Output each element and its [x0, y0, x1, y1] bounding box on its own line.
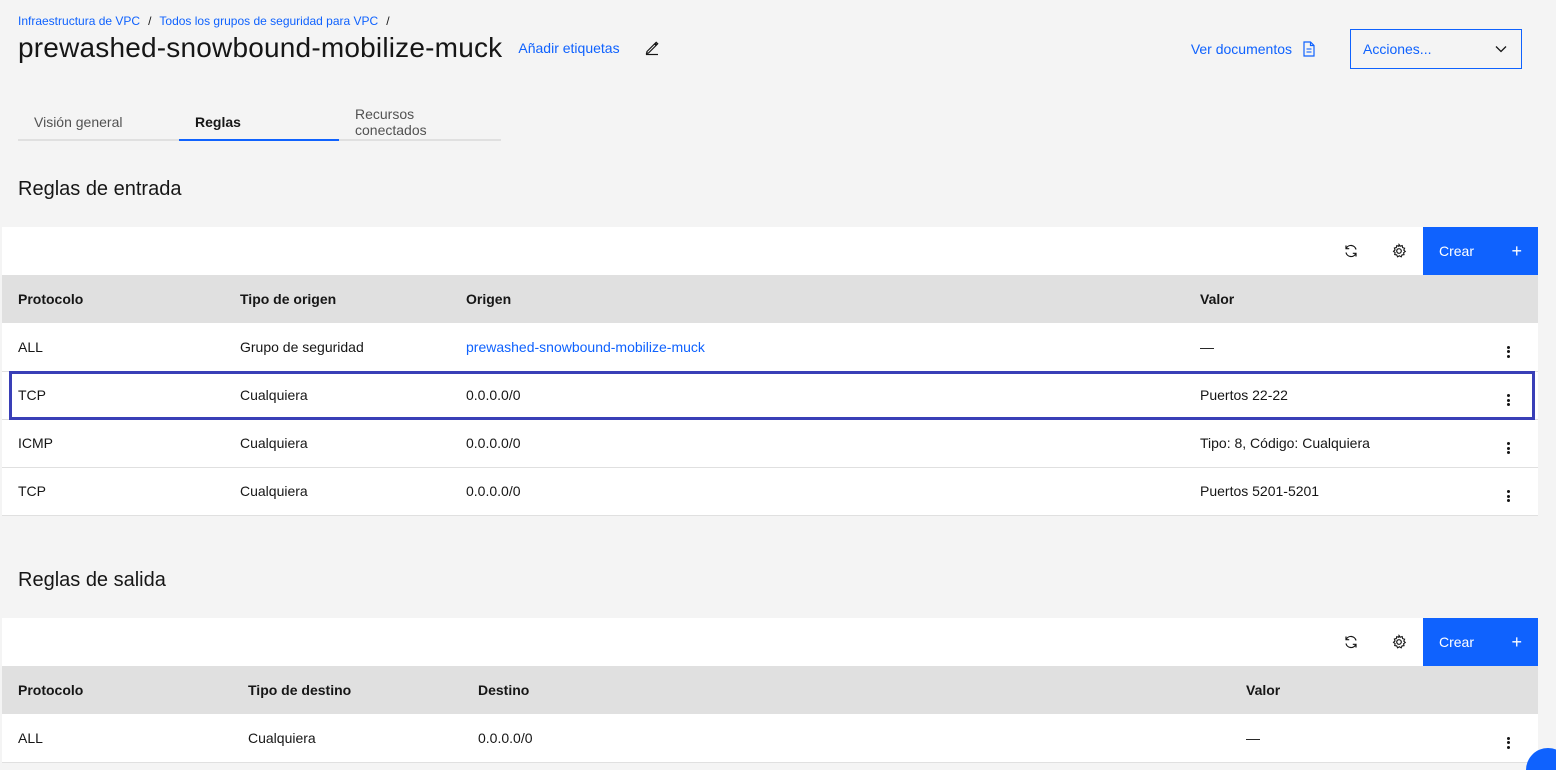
chevron-down-icon	[1495, 46, 1507, 53]
column-header-protocol[interactable]: Protocolo	[2, 275, 224, 323]
row-overflow-menu[interactable]	[1478, 323, 1538, 372]
tab-list: Visión general Reglas Recursos conectado…	[18, 104, 501, 141]
overflow-menu-icon	[1506, 394, 1510, 406]
breadcrumb: Infraestructura de VPC / Todos los grupo…	[18, 14, 398, 28]
header-actions: Ver documentos Acciones...	[1191, 29, 1522, 69]
overflow-menu-icon	[1506, 736, 1510, 749]
breadcrumb-item-vpc-infrastructure[interactable]: Infraestructura de VPC	[18, 14, 140, 28]
refresh-button[interactable]	[1327, 227, 1375, 275]
refresh-button[interactable]	[1327, 618, 1375, 666]
cell-source-type: Cualquiera	[224, 467, 450, 516]
gear-icon	[1392, 243, 1407, 258]
add-tags-link[interactable]: Añadir etiquetas	[518, 40, 619, 56]
view-docs-label: Ver documentos	[1190, 41, 1292, 57]
cell-source: 0.0.0.0/0	[450, 467, 1184, 516]
title-row: prewashed-snowbound-mobilize-muck Añadir…	[18, 32, 660, 64]
overflow-menu-icon	[1506, 490, 1510, 502]
refresh-icon	[1345, 244, 1357, 258]
overflow-menu-icon	[1506, 345, 1510, 358]
outbound-rules-grid: Protocolo Tipo de destino Destino Valor …	[2, 666, 1538, 763]
row-overflow-menu[interactable]	[1478, 467, 1538, 516]
inbound-toolbar: Crear +	[2, 227, 1538, 275]
cell-destination: 0.0.0.0/0	[462, 714, 1230, 763]
gear-icon	[1392, 634, 1407, 649]
table-row: TCP Cualquiera 0.0.0.0/0 Puertos 22-22	[2, 371, 1538, 420]
table-row: ALL Cualquiera 0.0.0.0/0 —	[2, 714, 1538, 763]
table-row: ICMP Cualquiera 0.0.0.0/0 Tipo: 8, Códig…	[2, 419, 1538, 468]
inbound-rules-grid: Protocolo Tipo de origen Origen Valor AL…	[2, 275, 1538, 516]
cell-destination-type: Cualquiera	[232, 714, 462, 763]
cell-source-type: Cualquiera	[224, 371, 450, 420]
row-overflow-menu[interactable]	[1478, 371, 1538, 420]
create-inbound-rule-button[interactable]: Crear +	[1423, 227, 1538, 275]
page-title: prewashed-snowbound-mobilize-muck	[18, 32, 503, 63]
create-button-label: Crear	[1439, 243, 1475, 259]
cell-protocol: ALL	[2, 714, 232, 763]
cell-protocol: ALL	[2, 323, 224, 372]
settings-button[interactable]	[1375, 227, 1423, 275]
outbound-toolbar: Crear +	[2, 618, 1538, 666]
plus-icon: +	[1511, 632, 1522, 652]
create-button-label: Crear	[1439, 634, 1475, 650]
tab-overview[interactable]: Visión general	[18, 104, 179, 141]
inbound-rules-table: Crear + Protocolo Tipo de origen Origen …	[2, 227, 1538, 516]
breadcrumb-item-security-groups[interactable]: Todos los grupos de seguridad para VPC	[159, 14, 378, 28]
cell-value: —	[1184, 323, 1478, 372]
cell-source-type: Cualquiera	[224, 419, 450, 468]
row-overflow-menu[interactable]	[1478, 419, 1538, 468]
table-header-row: Protocolo Tipo de destino Destino Valor	[2, 666, 1538, 714]
column-header-actions	[1478, 666, 1538, 714]
column-header-destination-type[interactable]: Tipo de destino	[232, 666, 462, 714]
settings-button[interactable]	[1375, 618, 1423, 666]
cell-source-type: Grupo de seguridad	[224, 323, 450, 372]
column-header-actions	[1478, 275, 1538, 323]
table-header-row: Protocolo Tipo de origen Origen Valor	[2, 275, 1538, 323]
cell-protocol: TCP	[2, 467, 224, 516]
inbound-rules-title: Reglas de entrada	[18, 178, 182, 200]
column-header-source-type[interactable]: Tipo de origen	[224, 275, 450, 323]
cell-protocol: ICMP	[2, 419, 224, 468]
cell-source: 0.0.0.0/0	[450, 419, 1184, 468]
refresh-icon	[1345, 635, 1357, 649]
cell-source: 0.0.0.0/0	[450, 371, 1184, 420]
table-row: ALL Grupo de seguridad prewashed-snowbou…	[2, 323, 1538, 372]
breadcrumb-separator: /	[148, 14, 152, 28]
create-outbound-rule-button[interactable]: Crear +	[1423, 618, 1538, 666]
cell-value: Puertos 22-22	[1184, 371, 1478, 420]
outbound-rules-title: Reglas de salida	[18, 569, 166, 591]
column-header-value[interactable]: Valor	[1184, 275, 1478, 323]
column-header-value[interactable]: Valor	[1230, 666, 1478, 714]
plus-icon: +	[1511, 241, 1522, 261]
cell-value: Tipo: 8, Código: Cualquiera	[1184, 419, 1478, 468]
document-icon	[1303, 41, 1315, 57]
view-docs-link[interactable]: Ver documentos	[1191, 41, 1316, 57]
cell-value: Puertos 5201-5201	[1184, 467, 1478, 516]
pencil-icon[interactable]	[644, 40, 660, 56]
tab-connected-resources[interactable]: Recursos conectados	[339, 104, 501, 141]
table-row: TCP Cualquiera 0.0.0.0/0 Puertos 5201-52…	[2, 467, 1538, 516]
cell-value: —	[1230, 714, 1478, 763]
column-header-destination[interactable]: Destino	[462, 666, 1230, 714]
column-header-protocol[interactable]: Protocolo	[2, 666, 232, 714]
tab-rules[interactable]: Reglas	[179, 104, 339, 141]
cell-protocol: TCP	[2, 371, 224, 420]
row-overflow-menu[interactable]	[1478, 714, 1538, 763]
outbound-rules-table: Crear + Protocolo Tipo de destino Destin…	[2, 618, 1538, 763]
actions-dropdown-label: Acciones...	[1363, 41, 1432, 57]
breadcrumb-separator: /	[386, 14, 390, 28]
actions-dropdown[interactable]: Acciones...	[1350, 29, 1522, 69]
overflow-menu-icon	[1506, 442, 1510, 454]
column-header-source[interactable]: Origen	[450, 275, 1184, 323]
cell-source-link[interactable]: prewashed-snowbound-mobilize-muck	[450, 323, 1184, 372]
